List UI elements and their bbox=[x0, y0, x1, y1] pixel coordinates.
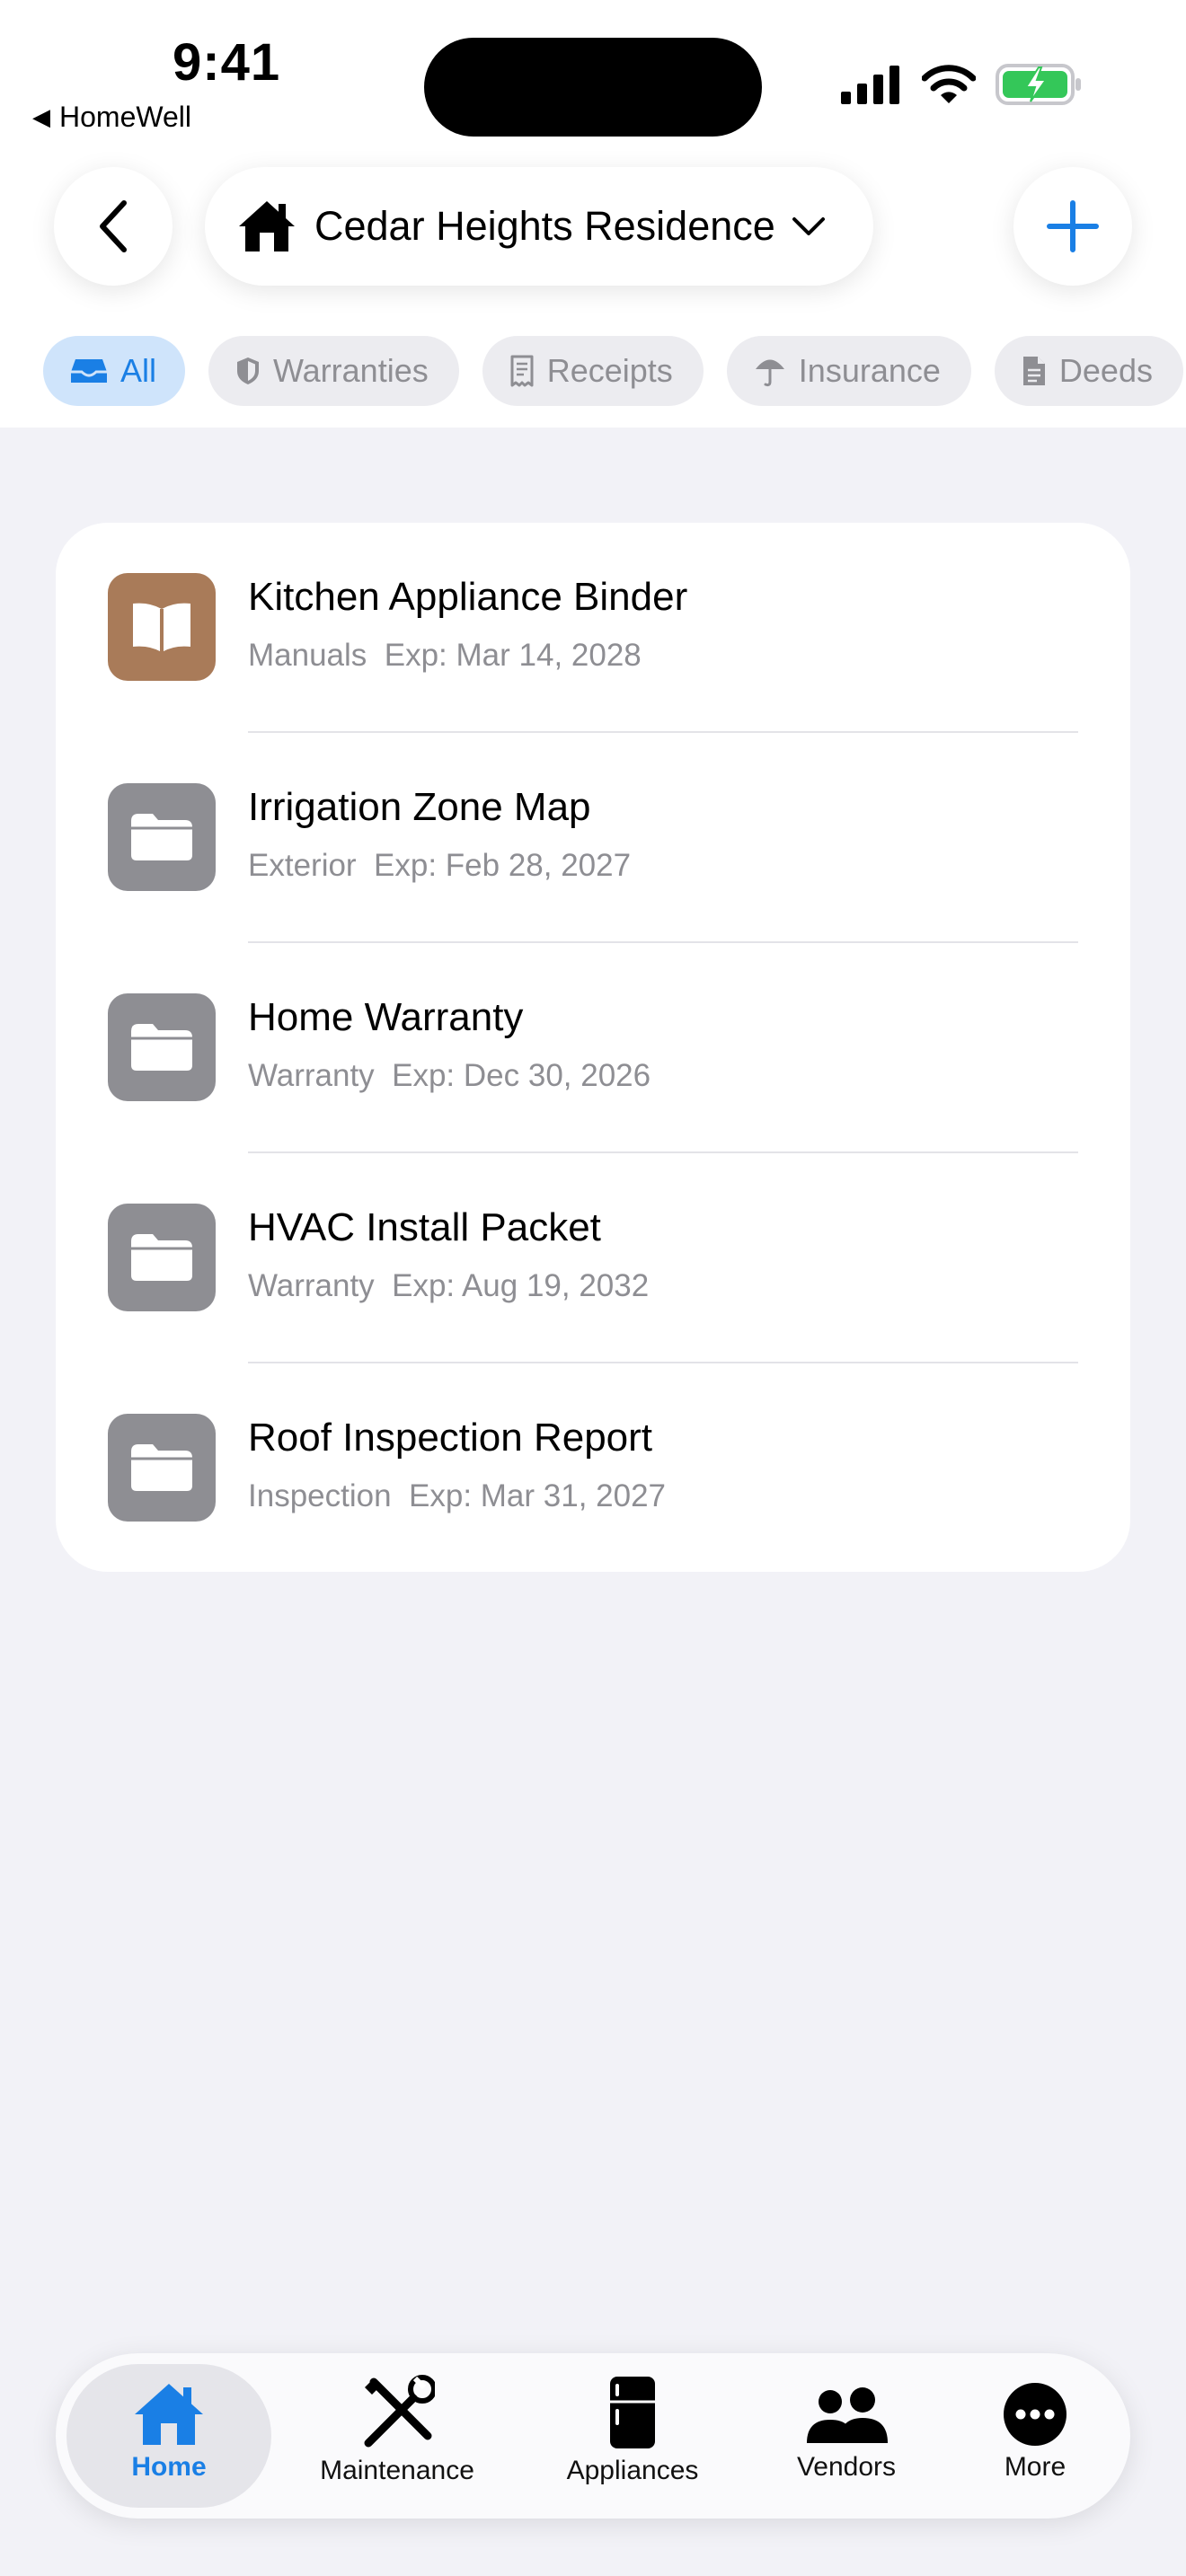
receipt-icon bbox=[510, 355, 534, 387]
property-switcher[interactable]: Cedar Heights Residence bbox=[205, 167, 873, 286]
tab-more[interactable]: More bbox=[954, 2364, 1116, 2508]
document-category: Inspection bbox=[248, 1478, 392, 1513]
filter-chip-label: Warranties bbox=[273, 352, 429, 389]
wifi-icon bbox=[922, 65, 976, 103]
dynamic-island bbox=[424, 38, 762, 137]
shield-icon bbox=[237, 357, 260, 384]
back-button[interactable] bbox=[54, 167, 173, 286]
document-category: Exterior bbox=[248, 848, 357, 883]
document-meta: Exterior Exp: Feb 28, 2027 bbox=[248, 848, 631, 884]
status-icons bbox=[839, 63, 1084, 106]
chevron-down-icon bbox=[792, 217, 825, 235]
tools-icon bbox=[364, 2375, 435, 2448]
status-time: 9:41 bbox=[173, 33, 281, 92]
tab-vendors[interactable]: Vendors bbox=[757, 2364, 936, 2508]
tab-appliances[interactable]: Appliances bbox=[528, 2364, 737, 2508]
tab-home[interactable]: Home bbox=[66, 2364, 271, 2508]
filter-chip-deeds[interactable]: Deeds bbox=[994, 336, 1183, 406]
filter-chip-label: Receipts bbox=[546, 352, 673, 389]
battery-charging-icon bbox=[996, 64, 1081, 105]
list-item[interactable]: Roof Inspection Report Inspection Exp: M… bbox=[56, 1363, 1130, 1574]
document-icon bbox=[1022, 357, 1045, 385]
back-triangle-icon: ◀ bbox=[32, 103, 50, 130]
tab-label: Home bbox=[131, 2452, 207, 2482]
document-meta: Inspection Exp: Mar 31, 2027 bbox=[248, 1478, 666, 1514]
document-category: Warranty bbox=[248, 1058, 375, 1093]
property-title: Cedar Heights Residence bbox=[314, 203, 775, 249]
filter-chips: All Warranties Receipts Insurance Deeds bbox=[43, 336, 1183, 406]
filter-chip-label: Deeds bbox=[1058, 352, 1153, 389]
folder-icon bbox=[108, 783, 216, 891]
tab-label: Vendors bbox=[796, 2452, 897, 2482]
book-icon bbox=[108, 573, 216, 681]
chevron-left-icon bbox=[100, 200, 127, 252]
document-expiry: Exp: Feb 28, 2027 bbox=[374, 848, 632, 883]
document-name: Irrigation Zone Map bbox=[248, 785, 591, 829]
list-item[interactable]: Kitchen Appliance Binder Manuals Exp: Ma… bbox=[56, 523, 1130, 733]
list-item[interactable]: HVAC Install Packet Warranty Exp: Aug 19… bbox=[56, 1153, 1130, 1363]
list-item[interactable]: Irrigation Zone Map Exterior Exp: Feb 28… bbox=[56, 733, 1130, 943]
document-expiry: Exp: Dec 30, 2026 bbox=[392, 1058, 651, 1093]
people-icon bbox=[807, 2387, 888, 2443]
tab-bar: Home Maintenance Appliances Vendors More bbox=[56, 2353, 1130, 2519]
tab-label: Maintenance bbox=[320, 2456, 474, 2485]
tab-maintenance[interactable]: Maintenance bbox=[291, 2364, 503, 2508]
document-category: Manuals bbox=[248, 638, 367, 673]
tab-label: More bbox=[1004, 2452, 1067, 2482]
list-item[interactable]: Home Warranty Warranty Exp: Dec 30, 2026 bbox=[56, 943, 1130, 1153]
document-name: Home Warranty bbox=[248, 995, 524, 1039]
ellipsis-icon bbox=[1004, 2383, 1067, 2446]
house-icon bbox=[135, 2384, 203, 2445]
document-meta: Warranty Exp: Aug 19, 2032 bbox=[248, 1268, 649, 1304]
document-category: Warranty bbox=[248, 1268, 375, 1303]
folder-icon bbox=[108, 1414, 216, 1522]
folder-icon bbox=[108, 1204, 216, 1311]
back-app-label: HomeWell bbox=[59, 101, 191, 133]
tab-label: Appliances bbox=[566, 2456, 699, 2485]
document-name: Kitchen Appliance Binder bbox=[248, 575, 688, 619]
filter-chip-receipts[interactable]: Receipts bbox=[482, 336, 704, 406]
filter-chip-insurance[interactable]: Insurance bbox=[726, 336, 971, 406]
back-to-app-button[interactable]: ◀ HomeWell bbox=[32, 101, 191, 134]
filter-chip-label: Insurance bbox=[798, 352, 941, 389]
document-expiry: Exp: Aug 19, 2032 bbox=[392, 1268, 650, 1303]
document-meta: Warranty Exp: Dec 30, 2026 bbox=[248, 1058, 651, 1094]
refrigerator-icon bbox=[610, 2377, 655, 2448]
document-meta: Manuals Exp: Mar 14, 2028 bbox=[248, 638, 642, 674]
document-list: Kitchen Appliance Binder Manuals Exp: Ma… bbox=[56, 523, 1130, 1572]
document-name: HVAC Install Packet bbox=[248, 1205, 601, 1249]
plus-icon bbox=[1047, 200, 1099, 252]
umbrella-icon bbox=[755, 359, 784, 387]
document-name: Roof Inspection Report bbox=[248, 1416, 653, 1460]
filter-chip-label: All bbox=[120, 352, 157, 389]
document-expiry: Exp: Mar 31, 2027 bbox=[409, 1478, 667, 1513]
document-expiry: Exp: Mar 14, 2028 bbox=[384, 638, 642, 673]
filter-chip-all[interactable]: All bbox=[43, 336, 186, 406]
house-icon bbox=[239, 201, 295, 251]
add-document-button[interactable] bbox=[1013, 167, 1132, 286]
tray-icon bbox=[71, 359, 107, 383]
folder-icon bbox=[108, 993, 216, 1101]
cellular-signal-icon bbox=[841, 66, 899, 104]
filter-chip-warranties[interactable]: Warranties bbox=[208, 336, 459, 406]
